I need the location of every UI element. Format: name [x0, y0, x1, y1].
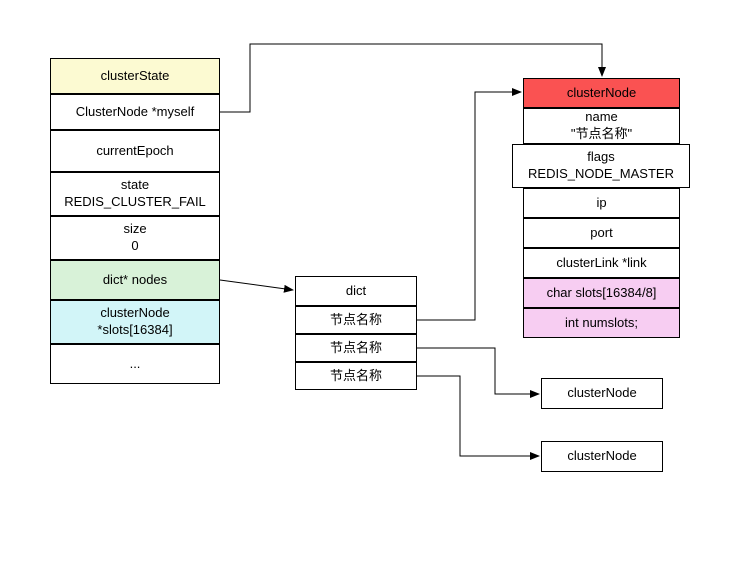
clusternode-header: clusterNode: [523, 78, 680, 108]
clusternode-numslots: int numslots;: [523, 308, 680, 338]
clusterstate-state-value: REDIS_CLUSTER_FAIL: [64, 194, 206, 211]
clusternode-ref-2: clusterNode: [541, 378, 663, 409]
clusterstate-slots: clusterNode *slots[16384]: [50, 300, 220, 344]
clusternode-charslots: char slots[16384/8]: [523, 278, 680, 308]
clusternode-name: name "节点名称": [523, 108, 680, 144]
arrow-entry1-to-node2: [417, 348, 539, 394]
clusterstate-currentepoch: currentEpoch: [50, 130, 220, 172]
clusternode-port: port: [523, 218, 680, 248]
dict-entry-2: 节点名称: [295, 362, 417, 390]
arrow-entry2-to-node3: [417, 376, 539, 456]
arrow-nodes-to-dict: [220, 280, 293, 290]
clusterstate-nodes: dict* nodes: [50, 260, 220, 300]
clusterstate-state-label: state: [121, 177, 149, 194]
clusternode-name-value: "节点名称": [571, 126, 632, 143]
dict-header: dict: [295, 276, 417, 306]
clusternode-name-label: name: [585, 109, 618, 126]
clusternode-ref-3: clusterNode: [541, 441, 663, 472]
clusterstate-ellipsis: ...: [50, 344, 220, 384]
clusterstate-header: clusterState: [50, 58, 220, 94]
clusternode-flags-label: flags: [587, 149, 614, 166]
arrow-entry0-to-clusternode: [417, 92, 521, 320]
clusterstate-size-value: 0: [131, 238, 138, 255]
clusternode-flags: flags REDIS_NODE_MASTER: [512, 144, 690, 188]
clusternode-ip: ip: [523, 188, 680, 218]
dict-entry-1: 节点名称: [295, 334, 417, 362]
clusternode-link: clusterLink *link: [523, 248, 680, 278]
clusterstate-size-label: size: [123, 221, 146, 238]
clusternode-flags-value: REDIS_NODE_MASTER: [528, 166, 674, 183]
clusterstate-slots-value: *slots[16384]: [97, 322, 172, 339]
clusterstate-state: state REDIS_CLUSTER_FAIL: [50, 172, 220, 216]
dict-entry-0: 节点名称: [295, 306, 417, 334]
clusterstate-myself: ClusterNode *myself: [50, 94, 220, 130]
clusterstate-size: size 0: [50, 216, 220, 260]
clusterstate-slots-label: clusterNode: [100, 305, 169, 322]
